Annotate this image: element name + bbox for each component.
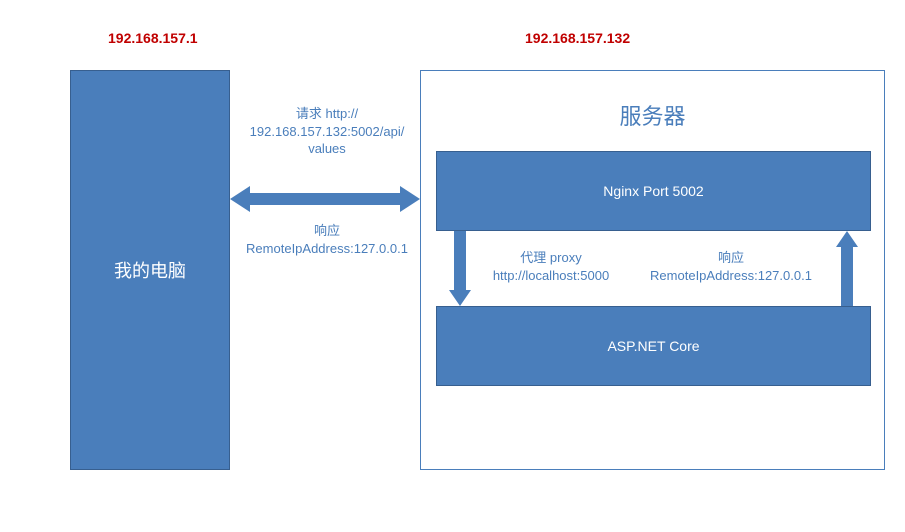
arrow-head-right-icon [400, 186, 420, 212]
server-title: 服务器 [421, 99, 884, 131]
server-container: 服务器 Nginx Port 5002 ASP.NET Core 代理 prox… [420, 70, 885, 470]
request-response-arrow [230, 186, 420, 212]
request-label: 请求 http:// 192.168.157.132:5002/api/ val… [232, 105, 422, 158]
inner-response-label: 响应 RemoteIpAddress:127.0.0.1 [631, 249, 831, 284]
nginx-label: Nginx Port 5002 [603, 183, 703, 199]
inner-response-line2: RemoteIpAddress:127.0.0.1 [650, 268, 812, 283]
asp-label: ASP.NET Core [607, 338, 699, 354]
proxy-line1: 代理 proxy [520, 250, 581, 265]
arrow-shaft [454, 231, 466, 291]
arrow-shaft [248, 193, 402, 205]
arrow-shaft [841, 246, 853, 306]
client-ip-label: 192.168.157.1 [108, 30, 198, 46]
request-line2: 192.168.157.132:5002/api/ [250, 124, 405, 139]
server-ip-label: 192.168.157.132 [525, 30, 630, 46]
arrow-head-left-icon [230, 186, 250, 212]
inner-response-arrow-up [836, 231, 858, 306]
response-label: 响应 RemoteIpAddress:127.0.0.1 [232, 222, 422, 257]
inner-response-line1: 响应 [718, 250, 744, 265]
arrow-head-down-icon [449, 290, 471, 306]
arrow-head-up-icon [836, 231, 858, 247]
response-line1: 响应 [314, 223, 340, 238]
request-line1: 请求 http:// [296, 106, 358, 121]
client-box: 我的电脑 [70, 70, 230, 470]
proxy-arrow-down [449, 231, 471, 306]
asp-box: ASP.NET Core [436, 306, 871, 386]
request-line3: values [308, 141, 346, 156]
client-label: 我的电脑 [114, 257, 186, 283]
proxy-line2: http://localhost:5000 [493, 268, 609, 283]
nginx-box: Nginx Port 5002 [436, 151, 871, 231]
proxy-label: 代理 proxy http://localhost:5000 [476, 249, 626, 284]
response-line2: RemoteIpAddress:127.0.0.1 [246, 241, 408, 256]
